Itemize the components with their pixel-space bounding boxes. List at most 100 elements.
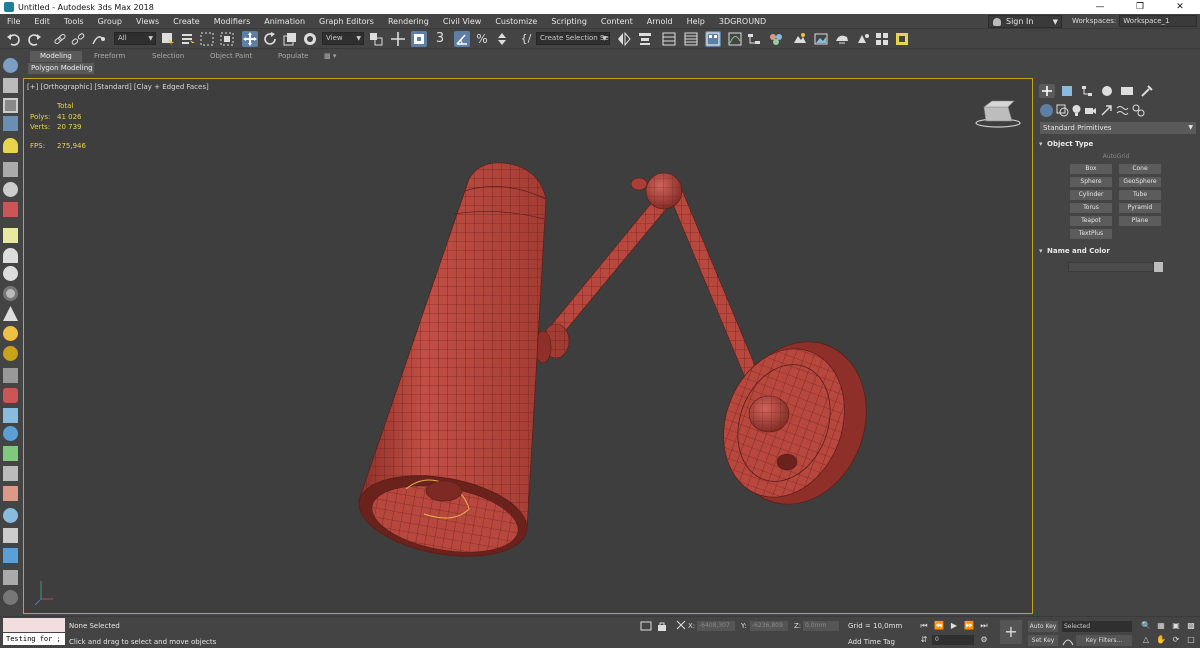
- create-icon[interactable]: [3, 58, 18, 73]
- named-selection-dropdown[interactable]: Create Selection Se ▼: [536, 32, 610, 45]
- info-icon[interactable]: [3, 590, 18, 605]
- y-coordinate-field[interactable]: -6236,809: [750, 621, 788, 631]
- render-production-icon[interactable]: [834, 31, 850, 47]
- current-frame-field[interactable]: 0: [932, 635, 974, 645]
- workspace-dropdown[interactable]: Workspace_1: [1119, 15, 1198, 27]
- menu-modifiers[interactable]: Modifiers: [207, 14, 258, 29]
- cylinder-button[interactable]: Cylinder: [1070, 190, 1112, 200]
- menu-edit[interactable]: Edit: [27, 14, 57, 29]
- maximize-icon[interactable]: ❐: [1120, 0, 1160, 14]
- tab-freeform[interactable]: Freeform: [84, 51, 135, 62]
- motion-icon[interactable]: [3, 116, 18, 131]
- space-warps-icon[interactable]: [1116, 104, 1129, 117]
- hierarchy-icon[interactable]: [3, 98, 18, 113]
- schematic-view-icon[interactable]: [746, 31, 762, 47]
- auto-key-button[interactable]: Auto Key: [1028, 621, 1058, 632]
- object-type-rollout[interactable]: ▾ Object Type: [1039, 140, 1196, 148]
- render-setup-icon[interactable]: [792, 31, 808, 47]
- snap-toggle-icon[interactable]: 3: [432, 31, 448, 47]
- maximize-viewport-icon[interactable]: □: [1185, 634, 1197, 646]
- sphere-icon[interactable]: [3, 266, 18, 281]
- object-color-swatch[interactable]: [1154, 262, 1163, 272]
- z-coordinate-field[interactable]: 0,0mm: [803, 621, 839, 631]
- next-frame-icon[interactable]: ⏩: [963, 620, 975, 632]
- viewcube-icon[interactable]: [975, 100, 1021, 128]
- viewport-perspective[interactable]: [+] [Orthographic] [Standard] [Clay + Ed…: [23, 78, 1033, 614]
- geometry-icon[interactable]: [1040, 104, 1053, 117]
- tab-populate[interactable]: Populate: [268, 51, 318, 62]
- menu-content[interactable]: Content: [594, 14, 640, 29]
- bind-spacewarp-icon[interactable]: [90, 31, 106, 47]
- helper-icon[interactable]: [3, 182, 18, 197]
- torus-icon[interactable]: [3, 286, 18, 301]
- key-mode-icon[interactable]: ⇵: [918, 634, 930, 646]
- play-icon[interactable]: ▶: [948, 620, 960, 632]
- menu-civil-view[interactable]: Civil View: [436, 14, 489, 29]
- plane-button[interactable]: Plane: [1119, 216, 1161, 226]
- plant-icon[interactable]: [3, 446, 18, 461]
- menu-help[interactable]: Help: [680, 14, 712, 29]
- menu-rendering[interactable]: Rendering: [381, 14, 436, 29]
- render-shortcuts-icon[interactable]: [874, 31, 890, 47]
- edit-named-selection-icon[interactable]: {/: [518, 31, 534, 47]
- zoom-extents-icon[interactable]: ▣: [1170, 620, 1182, 632]
- plugin-icon[interactable]: [894, 31, 910, 47]
- torus-button[interactable]: Torus: [1070, 203, 1112, 213]
- pivot-point-icon[interactable]: [368, 31, 384, 47]
- autogrid-checkbox[interactable]: AutoGrid: [1096, 153, 1136, 160]
- key-filters-button[interactable]: Key Filters...: [1076, 635, 1132, 646]
- minimize-icon[interactable]: —: [1080, 0, 1120, 14]
- maxscript-listener[interactable]: [3, 618, 65, 632]
- hemisphere-icon[interactable]: [3, 248, 18, 263]
- menu-graph-editors[interactable]: Graph Editors: [312, 14, 381, 29]
- hierarchy-tab-icon[interactable]: [1079, 84, 1095, 98]
- tab-object-paint[interactable]: Object Paint: [200, 51, 262, 62]
- shapes-icon[interactable]: [1056, 104, 1069, 117]
- render-iterative-icon[interactable]: [855, 31, 871, 47]
- rectangular-selection-icon[interactable]: [199, 31, 215, 47]
- angle-snap-icon[interactable]: [454, 31, 470, 47]
- select-and-place-icon[interactable]: [302, 31, 318, 47]
- utilities-tab-icon[interactable]: [1139, 84, 1155, 98]
- sphere-button[interactable]: Sphere: [1070, 177, 1112, 187]
- maxscript-input[interactable]: Testing for ;: [3, 633, 65, 645]
- windows-icon[interactable]: [3, 548, 18, 563]
- object-name-field[interactable]: [1068, 262, 1154, 272]
- plane-icon[interactable]: [3, 228, 18, 243]
- ribbon-options-icon[interactable]: ▩ ▾: [322, 51, 338, 62]
- undo-icon[interactable]: [6, 31, 22, 47]
- material-sphere-icon[interactable]: [3, 508, 18, 523]
- x-coordinate-field[interactable]: -6408,307: [697, 621, 735, 631]
- key-set-dropdown[interactable]: Selected: [1062, 621, 1132, 632]
- selection-lock-icon[interactable]: [656, 621, 668, 631]
- window-crossing-icon[interactable]: [219, 31, 235, 47]
- textplus-button[interactable]: TextPlus: [1070, 229, 1112, 239]
- primitive-category-dropdown[interactable]: Standard Primitives ▼: [1040, 122, 1196, 134]
- redo-icon[interactable]: [26, 31, 42, 47]
- menu-file[interactable]: File: [0, 14, 27, 29]
- set-key-button[interactable]: Set Key: [1028, 635, 1058, 646]
- absolute-mode-icon[interactable]: [676, 620, 686, 630]
- menu-animation[interactable]: Animation: [257, 14, 312, 29]
- tree-icon[interactable]: [3, 408, 18, 423]
- tab-modeling[interactable]: Modeling: [30, 51, 82, 62]
- sign-in-button[interactable]: Sign In ▼: [988, 15, 1062, 28]
- time-config-icon[interactable]: ⚙: [978, 634, 990, 646]
- curve-editor-icon[interactable]: [727, 31, 743, 47]
- rendered-frame-window-icon[interactable]: [813, 31, 829, 47]
- mirror-icon[interactable]: [616, 31, 632, 47]
- sky-icon[interactable]: [3, 346, 18, 361]
- go-to-start-icon[interactable]: ⏮: [918, 620, 930, 632]
- tab-selection[interactable]: Selection: [142, 51, 194, 62]
- align-icon[interactable]: [637, 31, 653, 47]
- light-icon[interactable]: [3, 138, 18, 153]
- select-object-icon[interactable]: [160, 31, 176, 47]
- camera-icon[interactable]: [3, 162, 18, 177]
- percent-snap-icon[interactable]: %: [474, 31, 490, 47]
- toggle-ribbon-icon[interactable]: [705, 31, 721, 47]
- sun-icon[interactable]: [3, 326, 18, 341]
- zoom-icon[interactable]: 🔍: [1140, 620, 1152, 632]
- lights-icon[interactable]: [1070, 104, 1083, 117]
- select-by-name-icon[interactable]: [180, 31, 196, 47]
- select-and-rotate-icon[interactable]: [262, 31, 278, 47]
